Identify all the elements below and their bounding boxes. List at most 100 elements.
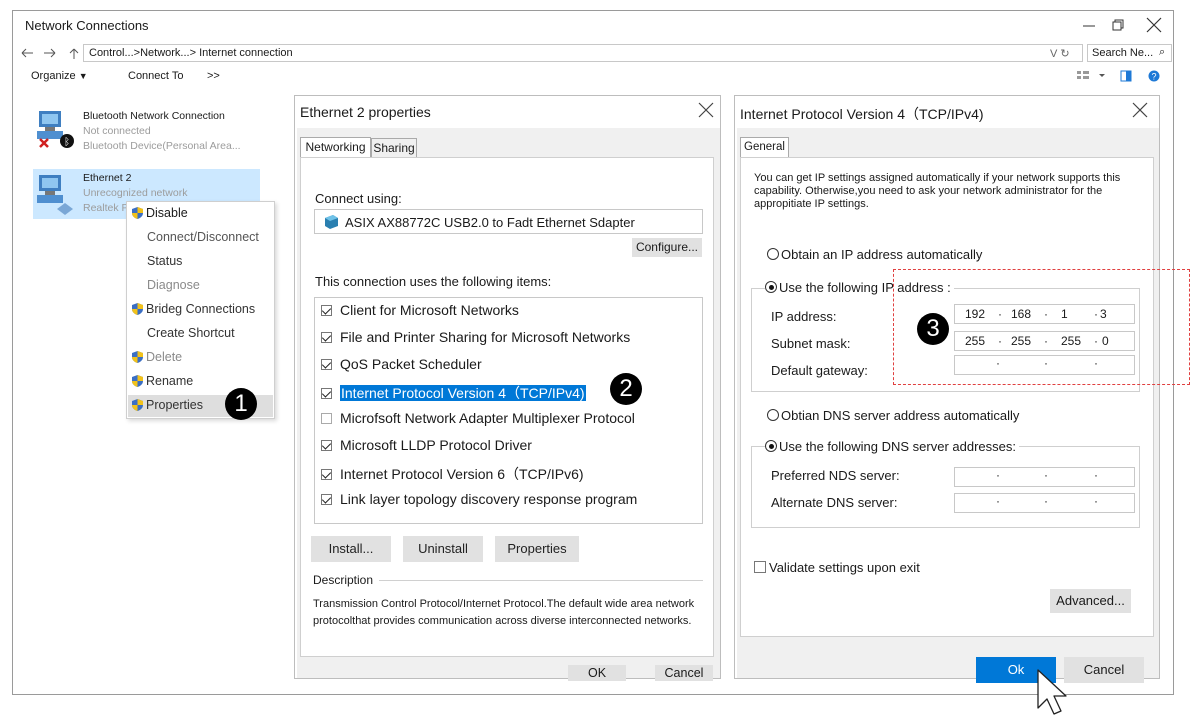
context-menu: Disable Connect/Disconnect Status Diagno… [126, 201, 275, 419]
list-item[interactable]: File and Printer Sharing for Microsoft N… [321, 329, 630, 345]
divider [379, 580, 703, 581]
step-marker-3: 3 [917, 313, 949, 345]
menu-item-delete[interactable]: Delete [132, 350, 182, 364]
list-item[interactable]: Internet Protocol Version 6（TCP/IPv6) [321, 464, 584, 484]
breadcrumb-network[interactable]: Network... [140, 47, 190, 59]
menu-item-create-shortcut[interactable]: Create Shortcut [147, 326, 235, 340]
dropdown-refresh-icon[interactable]: V ↻ [1050, 47, 1070, 60]
minimize-button[interactable] [1081, 17, 1097, 33]
step-marker-2: 2 [610, 373, 642, 405]
alternate-dns-input[interactable]: · · · [954, 493, 1135, 513]
tab-sharing[interactable]: Sharing [371, 138, 417, 158]
connection-name: Ethernet 2 [83, 172, 132, 184]
connection-item-bluetooth[interactable]: ᛒ Bluetooth Network Connection Not conne… [33, 107, 273, 157]
preferred-dns-input[interactable]: · · · [954, 467, 1135, 487]
close-window-button[interactable] [1145, 16, 1163, 34]
list-item[interactable]: Microsoft LLDP Protocol Driver [321, 437, 532, 453]
cancel-button[interactable]: Cancel [655, 665, 713, 681]
use-dns-radio[interactable]: Use the following DNS server addresses: [765, 439, 1019, 454]
preferred-dns-label: Preferred NDS server: [771, 468, 900, 483]
restore-button[interactable] [1110, 17, 1126, 33]
menu-item-rename[interactable]: Rename [132, 374, 193, 388]
checkbox[interactable] [321, 305, 332, 316]
shield-icon [132, 303, 143, 315]
breadcrumb-control[interactable]: Control... [89, 47, 134, 59]
adapter-field: ASIX AX88772C USB2.0 to Fadt Ethernet Sd… [314, 209, 703, 234]
connection-name: Bluetooth Network Connection [83, 110, 225, 122]
default-gateway-label: Default gateway: [771, 363, 868, 378]
dialog-title: Ethernet 2 properties [300, 104, 431, 120]
list-item[interactable]: Link layer topology discovery response p… [321, 491, 637, 507]
window-title: Network Connections [25, 18, 149, 33]
ethernet-network-icon [37, 175, 73, 215]
uninstall-button[interactable]: Uninstall [403, 536, 483, 562]
connection-status: Unrecognized network [83, 187, 188, 199]
menu-item-bridge-connections[interactable]: Brideg Connections [132, 302, 255, 316]
forward-arrow-icon [44, 48, 56, 58]
checkbox[interactable] [321, 388, 332, 399]
static-dns-group [751, 446, 1140, 528]
change-view-icon [1077, 71, 1105, 79]
svg-text:?: ? [1151, 72, 1156, 82]
connect-using-label: Connect using: [315, 191, 402, 206]
list-item-ipv4-selected[interactable]: Internet Protocol Version 4（TCP/IPv4) [321, 383, 586, 403]
tab-general[interactable]: General [740, 137, 789, 158]
view-options: ? [1075, 69, 1165, 83]
subnet-mask-label: Subnet mask: [771, 336, 851, 351]
checkbox[interactable] [321, 494, 332, 505]
ok-button[interactable]: OK [568, 665, 626, 681]
checkbox[interactable] [321, 469, 332, 480]
ipv4-properties-dialog: Internet Protocol Version 4（TCP/IPv4) Ge… [734, 95, 1160, 715]
description-text: Transmission Control Protocol/Internet P… [313, 598, 695, 627]
validate-checkbox[interactable]: Validate settings upon exit [754, 560, 920, 575]
nav-buttons [19, 46, 89, 60]
list-item[interactable]: QoS Packet Scheduler [321, 356, 482, 372]
description-label: Description [313, 573, 374, 587]
more-commands-button[interactable]: >> [207, 70, 220, 82]
items-label: This connection uses the following items… [315, 274, 552, 289]
configure-button[interactable]: Configure... [632, 238, 702, 257]
shield-icon [132, 207, 143, 219]
obtain-ip-radio[interactable]: Obtain an IP address automatically [767, 247, 982, 262]
menu-item-status[interactable]: Status [147, 254, 182, 268]
list-item[interactable]: Client for Microsoft Networks [321, 302, 519, 318]
network-connections-window: Network Connections Control...>Network..… [12, 10, 1190, 715]
checkbox[interactable] [321, 359, 332, 370]
close-dialog-button[interactable] [1129, 99, 1151, 121]
checkbox[interactable] [321, 332, 332, 343]
checkbox[interactable] [321, 440, 332, 451]
preview-pane-icon [1120, 70, 1132, 82]
close-dialog-button[interactable] [695, 99, 717, 121]
install-button[interactable]: Install... [311, 536, 391, 562]
list-item[interactable]: Microfsoft Network Adapter Multiplexer P… [321, 410, 635, 426]
connection-status: Not connected [83, 125, 151, 137]
up-arrow-icon [69, 48, 79, 59]
address-bar[interactable]: Control...>Network...> Internet connecti… [83, 44, 1083, 62]
tab-networking[interactable]: Networking [300, 137, 371, 158]
back-arrow-icon [21, 48, 33, 58]
menu-item-disable[interactable]: Disable [132, 206, 188, 220]
search-input[interactable]: Search Ne... ⌕ [1087, 44, 1172, 62]
shield-icon [132, 351, 143, 363]
breadcrumb-internet[interactable]: Internet connection [199, 47, 293, 59]
svg-text:ᛒ: ᛒ [64, 137, 70, 148]
search-icon: ⌕ [1159, 46, 1166, 58]
obtain-dns-radio[interactable]: Obtian DNS server address automatically [767, 408, 1019, 423]
cancel-button[interactable]: Cancel [1064, 657, 1144, 683]
dialog-title: Internet Protocol Version 4（TCP/IPv4) [740, 106, 984, 122]
ip-address-label: IP address: [771, 309, 837, 324]
menu-item-diagnose[interactable]: Diagnose [147, 278, 200, 292]
shield-icon [132, 375, 143, 387]
connect-to-button[interactable]: Connect To [128, 70, 183, 82]
menu-item-connect-disconnect[interactable]: Connect/Disconnect [147, 230, 259, 244]
item-properties-button[interactable]: Properties [495, 536, 579, 562]
advanced-button[interactable]: Advanced... [1050, 589, 1131, 613]
mouse-cursor-icon [1037, 669, 1067, 715]
intro-text: You can get IP settings assigned automat… [754, 172, 1121, 210]
organize-menu[interactable]: Organize ▼ [31, 70, 88, 82]
checkbox[interactable] [321, 413, 332, 424]
shield-icon [132, 399, 143, 411]
adapter-name: ASIX AX88772C USB2.0 to Fadt Ethernet Sd… [345, 215, 635, 230]
network-adapter-icon [325, 215, 338, 229]
bluetooth-network-icon: ᛒ [37, 111, 74, 148]
